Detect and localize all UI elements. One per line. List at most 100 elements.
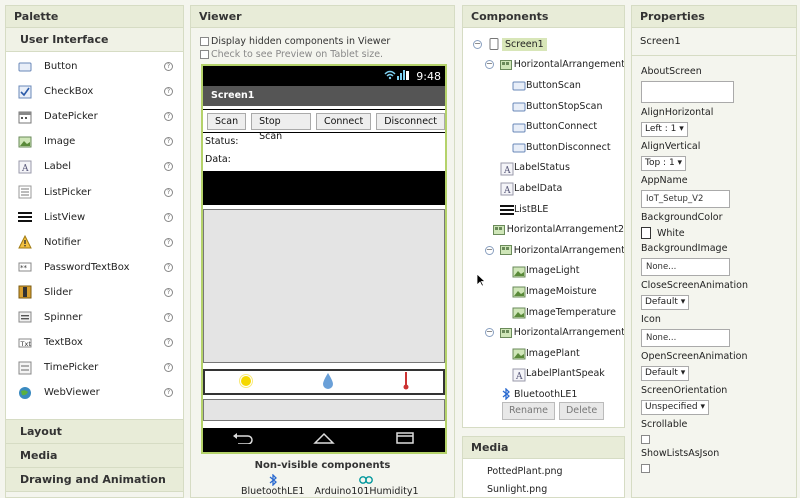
align-horizontal-select[interactable]: Left : 1 ▾ — [641, 122, 688, 137]
phone-preview[interactable]: 9:48 Screen1 Scan Stop Scan Connect Disconn… — [201, 64, 447, 454]
tree-node[interactable]: A LabelPlantSpeak — [463, 364, 624, 385]
scrollable-checkbox[interactable] — [641, 435, 650, 444]
thermometer-icon[interactable] — [402, 371, 410, 394]
help-icon[interactable]: ? — [164, 287, 173, 297]
tree-node-label: Screen1 — [502, 37, 547, 51]
about-screen-textarea[interactable] — [641, 81, 734, 103]
icon-input[interactable]: None... — [641, 329, 730, 347]
palette-item-webviewer[interactable]: WebViewer? — [6, 380, 183, 405]
button-icon — [512, 100, 526, 112]
palette-item-slider[interactable]: Slider? — [6, 280, 183, 305]
palette-category-drawing-and-animation[interactable]: Drawing and Animation — [6, 468, 183, 492]
sun-icon[interactable] — [238, 373, 254, 392]
show-lists-checkbox[interactable] — [641, 464, 650, 473]
close-anim-select[interactable]: Default ▾ — [641, 295, 690, 310]
tree-node[interactable]: ImageTemperature — [463, 302, 624, 323]
help-icon[interactable]: ? — [164, 363, 173, 373]
tree-node[interactable]: − HorizontalArrangement1 — [463, 55, 624, 76]
nonvisible-component[interactable]: BluetoothLE1 — [241, 473, 304, 497]
horizontal-arrangement-2[interactable] — [203, 209, 445, 363]
help-icon[interactable]: ? — [164, 338, 173, 348]
align-vertical-select[interactable]: Top : 1 ▾ — [641, 156, 687, 171]
tree-node[interactable]: ListBLE — [463, 199, 624, 220]
tree-node[interactable]: − HorizontalArrangement4 — [463, 322, 624, 343]
palette-category-user-interface[interactable]: User Interface — [6, 28, 183, 52]
palette-item-checkbox[interactable]: CheckBox? — [6, 79, 183, 104]
tree-node[interactable]: ButtonStopScan — [463, 96, 624, 117]
tree-node[interactable]: ImagePlant — [463, 343, 624, 364]
media-file[interactable]: PottedPlant.png — [463, 463, 624, 481]
nonvisible-component[interactable]: Arduino101Humidity1 — [314, 474, 418, 497]
palette-category-layout[interactable]: Layout — [6, 420, 183, 444]
palette-item-timepicker[interactable]: TimePicker? — [6, 355, 183, 380]
tree-node[interactable]: − Screen1 — [463, 34, 624, 55]
tree-node[interactable]: A LabelStatus — [463, 158, 624, 179]
palette-item-notifier[interactable]: Notifier? — [6, 230, 183, 255]
help-icon[interactable]: ? — [164, 312, 173, 322]
help-icon[interactable]: ? — [164, 137, 173, 147]
label-status[interactable]: Status: — [203, 133, 445, 151]
help-icon[interactable]: ? — [164, 187, 173, 197]
palette-item-textbox[interactable]: Txt TextBox? — [6, 330, 183, 355]
background-color-picker[interactable]: White — [641, 227, 796, 239]
delete-button[interactable]: Delete — [558, 402, 605, 420]
collapse-toggle-icon[interactable]: − — [485, 245, 494, 255]
tree-node[interactable]: ImageLight — [463, 261, 624, 282]
horizontal-arrangement-1[interactable]: Scan Stop Scan Connect Disconnect — [203, 109, 445, 142]
collapse-toggle-icon[interactable]: − — [485, 328, 494, 338]
collapse-toggle-icon[interactable]: − — [473, 39, 482, 49]
image-icon — [512, 265, 526, 278]
help-icon[interactable]: ? — [164, 388, 173, 398]
open-anim-select[interactable]: Default ▾ — [641, 366, 690, 381]
properties-component-name: Screen1 — [632, 28, 796, 56]
water-drop-icon[interactable] — [321, 372, 335, 393]
listview-icon — [500, 203, 514, 216]
palette-item-spinner[interactable]: Spinner? — [6, 305, 183, 330]
horizontal-arrangement-4[interactable] — [203, 399, 445, 421]
help-icon[interactable]: ? — [164, 62, 173, 72]
tree-node[interactable]: ButtonConnect — [463, 116, 624, 137]
tree-node[interactable]: A LabelData — [463, 178, 624, 199]
help-icon[interactable]: ? — [164, 162, 173, 172]
palette-item-label[interactable]: A Label? — [6, 154, 183, 179]
palette-item-listview[interactable]: ListView? — [6, 205, 183, 230]
viewer-button-stop-scan[interactable]: Stop Scan — [251, 112, 311, 142]
orientation-select[interactable]: Unspecified ▾ — [641, 400, 709, 415]
display-hidden-label: Display hidden components in Viewer — [211, 36, 391, 47]
palette-item-listpicker[interactable]: ListPicker? — [6, 179, 183, 204]
tree-node[interactable]: ButtonDisconnect — [463, 137, 624, 158]
collapse-toggle-icon[interactable]: − — [485, 60, 494, 70]
palette-item-datepicker[interactable]: DatePicker? — [6, 104, 183, 129]
palette-item-image[interactable]: Image? — [6, 129, 183, 154]
arrangement-icon — [492, 224, 505, 236]
horizontal-arrangement-3[interactable] — [203, 369, 445, 395]
label-data[interactable]: Data: — [203, 151, 445, 169]
help-icon[interactable]: ? — [164, 112, 173, 122]
display-hidden-checkbox[interactable] — [200, 37, 209, 46]
viewer-button-scan[interactable]: Scan — [207, 112, 247, 130]
palette-category-media[interactable]: Media — [6, 444, 183, 468]
tablet-preview-checkbox[interactable] — [200, 50, 209, 59]
display-hidden-option[interactable]: Display hidden components in Viewer — [191, 35, 454, 48]
component-tree: − Screen1− HorizontalArrangement1 ButtonSca… — [463, 28, 624, 405]
palette-item-passwordtextbox[interactable]: ** PasswordTextBox? — [6, 255, 183, 280]
viewer-button-connect[interactable]: Connect — [315, 112, 372, 130]
background-image-input[interactable]: None... — [641, 258, 730, 276]
app-name-input[interactable]: IoT_Setup_V2 — [641, 190, 730, 208]
help-icon[interactable]: ? — [164, 237, 173, 247]
rename-button[interactable]: Rename — [502, 402, 555, 420]
tree-node[interactable]: ImageMoisture — [463, 281, 624, 302]
prop-background-color-label: BackgroundColor — [641, 212, 723, 223]
tree-node[interactable]: ButtonScan — [463, 75, 624, 96]
help-icon[interactable]: ? — [164, 87, 173, 97]
tree-node[interactable]: − HorizontalArrangement3 — [463, 240, 624, 261]
tree-node-label: HorizontalArrangement1 — [513, 59, 625, 71]
list-ble[interactable] — [203, 171, 445, 205]
tablet-preview-option[interactable]: Check to see Preview on Tablet size. — [191, 48, 454, 61]
palette-item-button[interactable]: Button? — [6, 54, 183, 79]
viewer-button-disconnect[interactable]: Disconnect — [376, 112, 445, 130]
tree-node[interactable]: HorizontalArrangement2 — [463, 219, 624, 240]
help-icon[interactable]: ? — [164, 212, 173, 222]
media-file[interactable]: Sunlight.png — [463, 481, 624, 497]
help-icon[interactable]: ? — [164, 262, 173, 272]
